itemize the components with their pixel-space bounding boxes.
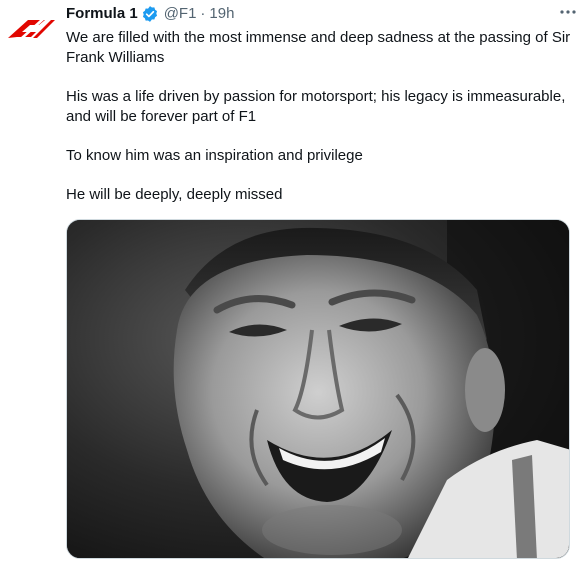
tweet-text: We are filled with the most immense and …	[66, 28, 578, 205]
display-name[interactable]: Formula 1	[66, 4, 138, 24]
tweet-content: Formula 1 @F1 · 19h We are filled with t…	[66, 0, 578, 559]
portrait-photo	[67, 220, 569, 558]
handle[interactable]: @F1	[164, 4, 197, 24]
f1-logo-icon	[0, 0, 58, 58]
tweet-paragraph: To know him was an inspiration and privi…	[66, 147, 363, 164]
separator-dot: ·	[200, 5, 206, 22]
more-options-icon[interactable]	[558, 2, 578, 22]
tweet-photo[interactable]	[66, 219, 570, 559]
tweet-header: Formula 1 @F1 · 19h	[66, 0, 578, 28]
tweet-paragraph: His was a life driven by passion for mot…	[66, 88, 566, 125]
verified-badge-icon	[141, 5, 159, 23]
tweet[interactable]: Formula 1 @F1 · 19h We are filled with t…	[0, 0, 588, 568]
avatar[interactable]	[0, 0, 58, 58]
timestamp[interactable]: 19h	[209, 4, 234, 24]
tweet-paragraph: We are filled with the most immense and …	[66, 29, 571, 66]
tweet-paragraph: He will be deeply, deeply missed	[66, 186, 283, 203]
